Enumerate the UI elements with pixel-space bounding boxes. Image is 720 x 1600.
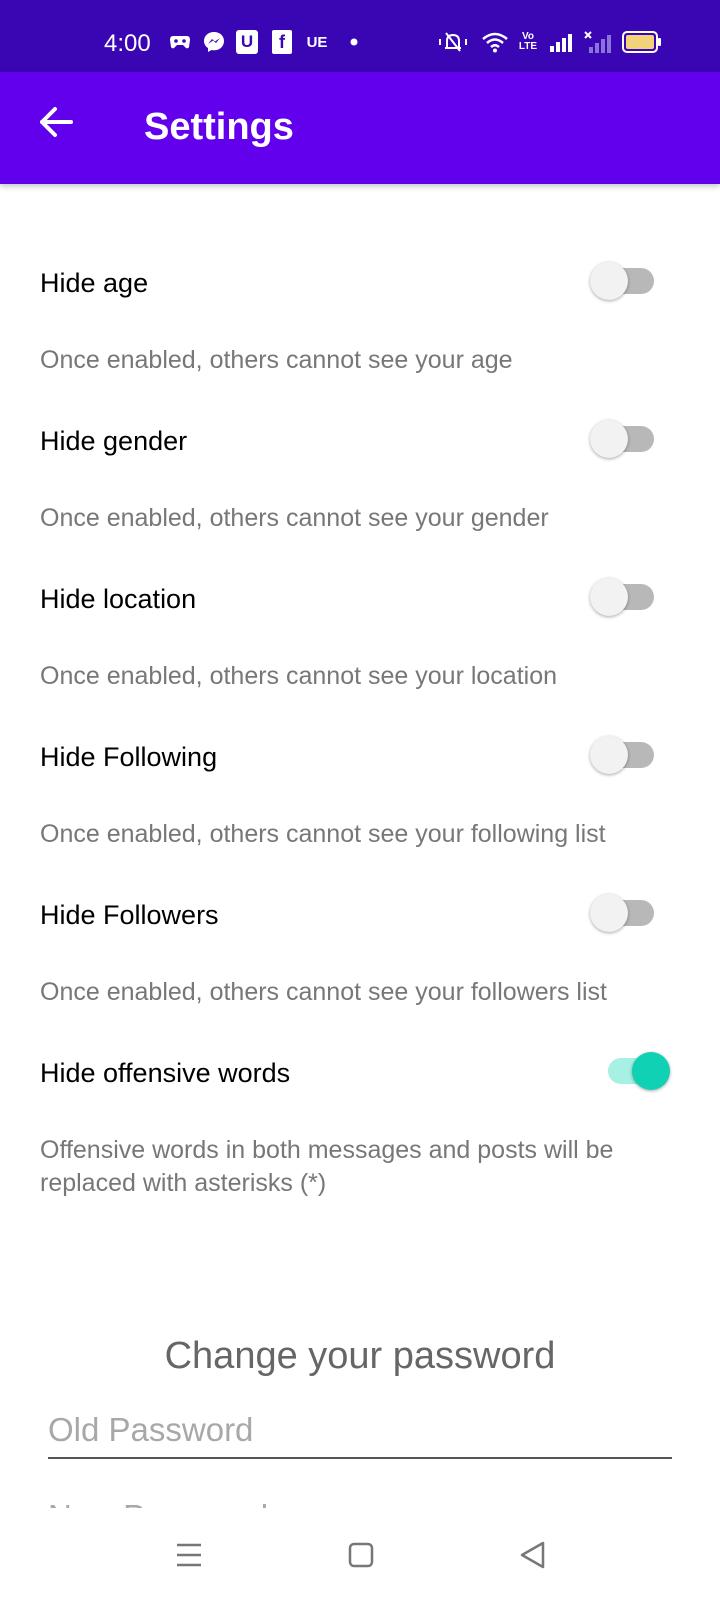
toggle-thumb [590,578,628,616]
system-back-button[interactable] [508,1530,558,1580]
navigation-bar [0,1508,720,1600]
setting-label: Hide location [40,584,197,614]
toggle-thumb [590,262,628,300]
setting-label: Hide Following [40,742,218,772]
hide-offensive-words-toggle[interactable] [590,1046,674,1094]
old-password-field[interactable] [48,1403,672,1459]
hide-age-toggle[interactable] [590,256,674,304]
facebook-icon: f [272,30,292,54]
status-time: 4:00 [104,30,151,57]
setting-description: Offensive words in both messages and pos… [40,1136,614,1197]
page-title: Settings [144,106,294,148]
setting-description: Once enabled, others cannot see your age [40,346,513,374]
setting-description: Once enabled, others cannot see your fol… [40,820,606,848]
dot-icon [348,30,360,54]
muted-bell-icon [436,30,470,54]
setting-description: Once enabled, others cannot see your loc… [40,662,558,690]
toggle-thumb [590,736,628,774]
volte-icon: Vo LTE [518,31,538,52]
app-bar: Settings [0,72,720,184]
change-password-title: Change your password [164,1335,556,1377]
hide-followers-toggle[interactable] [590,888,674,936]
setting-description: Once enabled, others cannot see your fol… [40,978,607,1006]
setting-label: Hide age [40,268,149,298]
menu-button[interactable] [164,1530,214,1580]
setting-label: Hide Followers [40,900,219,930]
home-square-icon [348,1542,374,1568]
signal-icon [548,30,574,54]
wifi-icon [480,30,510,54]
battery-icon [622,30,662,54]
setting-label: Hide offensive words [40,1058,291,1088]
u-app-icon: U [236,30,258,54]
toggle-thumb [632,1052,670,1090]
back-button[interactable] [34,96,78,148]
menu-icon [177,1543,201,1567]
toggle-thumb [590,420,628,458]
back-triangle-icon [520,1541,545,1569]
hide-location-toggle[interactable] [590,572,674,620]
setting-description: Once enabled, others cannot see your gen… [40,504,549,532]
ue-app-icon: UE [306,33,328,51]
messenger-icon [202,30,226,54]
game-controller-icon [168,30,192,54]
hide-gender-toggle[interactable] [590,414,674,462]
signal-no-service-icon [584,30,612,54]
arrow-left-icon [40,107,73,137]
setting-label: Hide gender [40,426,188,456]
hide-following-toggle[interactable] [590,730,674,778]
toggle-thumb [590,894,628,932]
status-bar: 4:00 U f UE Vo LTE [0,0,720,72]
home-button[interactable] [336,1530,386,1580]
